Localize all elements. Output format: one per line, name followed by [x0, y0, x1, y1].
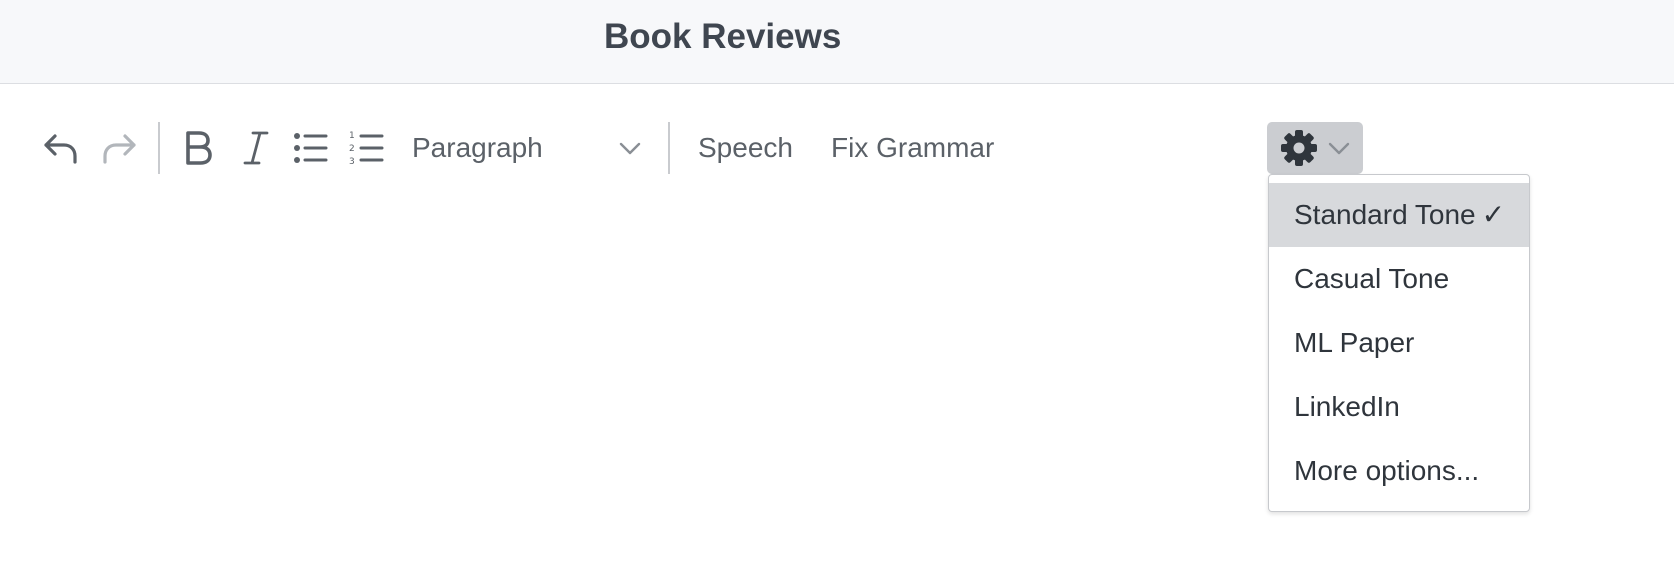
tone-settings-button[interactable]	[1267, 122, 1363, 174]
redo-icon	[103, 134, 136, 164]
menu-item-casual-tone[interactable]: Casual Tone	[1269, 247, 1529, 311]
bulleted-list-button[interactable]	[290, 124, 330, 172]
svg-text:3: 3	[349, 157, 355, 167]
menu-item-standard-tone[interactable]: Standard Tone ✓	[1269, 183, 1529, 247]
bold-button[interactable]	[178, 124, 218, 172]
page-title: Book Reviews	[604, 17, 842, 56]
checkmark-icon: ✓	[1481, 199, 1506, 230]
svg-text:2: 2	[349, 144, 355, 154]
menu-item-ml-paper[interactable]: ML Paper	[1269, 311, 1529, 375]
menu-item-label: LinkedIn	[1294, 391, 1400, 422]
numbered-list-icon: 1 2 3	[349, 131, 384, 167]
menu-item-label: Casual Tone	[1294, 263, 1450, 294]
chevron-down-icon	[619, 142, 641, 155]
menu-item-label: More options...	[1294, 455, 1480, 486]
toolbar-separator	[158, 122, 160, 174]
svg-text:1: 1	[349, 131, 355, 141]
menu-item-label: ML Paper	[1294, 327, 1415, 358]
redo-button[interactable]	[100, 124, 140, 172]
gear-icon	[1281, 130, 1317, 166]
bulleted-list-icon	[294, 133, 328, 163]
menu-item-label: Standard Tone	[1294, 199, 1476, 230]
menu-item-more-options[interactable]: More options...	[1269, 439, 1529, 503]
undo-icon	[44, 134, 77, 164]
block-format-dropdown[interactable]: Paragraph	[406, 126, 646, 170]
speech-button[interactable]: Speech	[698, 128, 793, 168]
tone-dropdown-menu: Standard Tone ✓ Casual Tone ML Paper Link…	[1268, 174, 1530, 512]
italic-icon	[243, 131, 269, 165]
header-bar: Book Reviews	[0, 0, 1674, 84]
toolbar-separator	[668, 122, 670, 174]
menu-item-linkedin[interactable]: LinkedIn	[1269, 375, 1529, 439]
italic-button[interactable]	[236, 124, 276, 172]
block-format-value: Paragraph	[412, 132, 543, 163]
chevron-down-icon	[1328, 142, 1350, 155]
undo-button[interactable]	[40, 124, 80, 172]
fix-grammar-button[interactable]: Fix Grammar	[831, 128, 994, 168]
bold-icon	[186, 131, 212, 165]
numbered-list-button[interactable]: 1 2 3	[346, 124, 386, 172]
